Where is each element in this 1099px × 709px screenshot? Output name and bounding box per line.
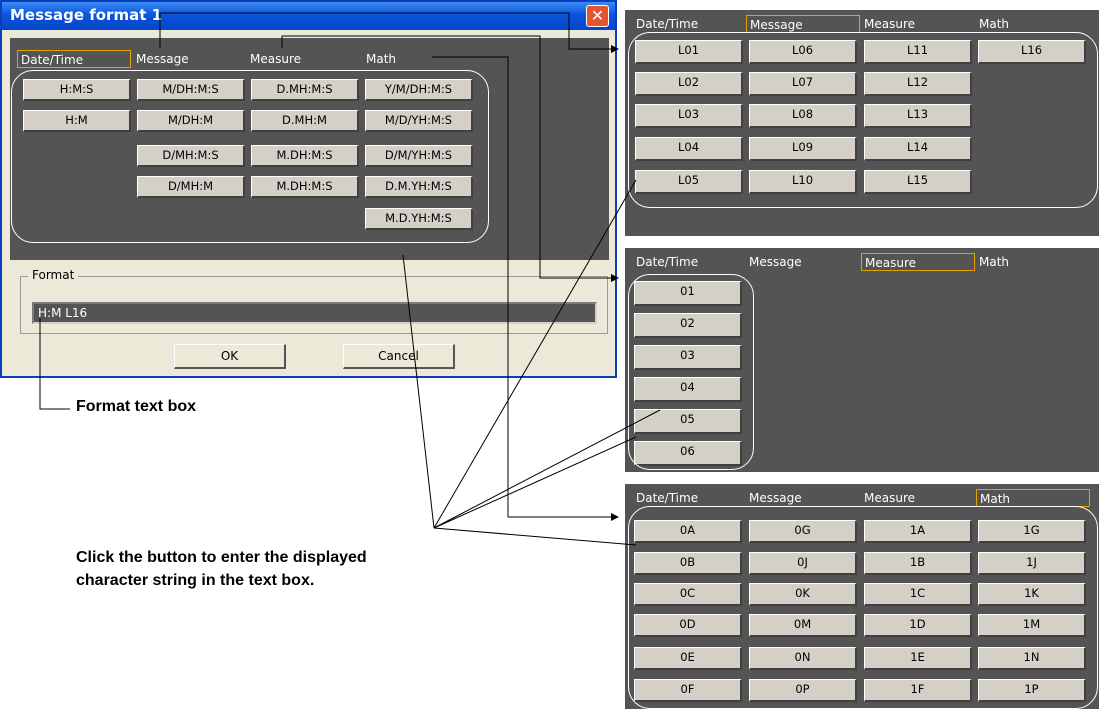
measure-callout-line (281, 35, 619, 282)
message-callout-line (159, 12, 619, 53)
format-box-callout-line (39, 318, 70, 410)
click-line-1 (402, 254, 435, 529)
click-line-4 (433, 436, 637, 529)
math-callout-line (432, 56, 619, 521)
callout-lines (39, 12, 661, 546)
click-line-5 (433, 527, 637, 546)
